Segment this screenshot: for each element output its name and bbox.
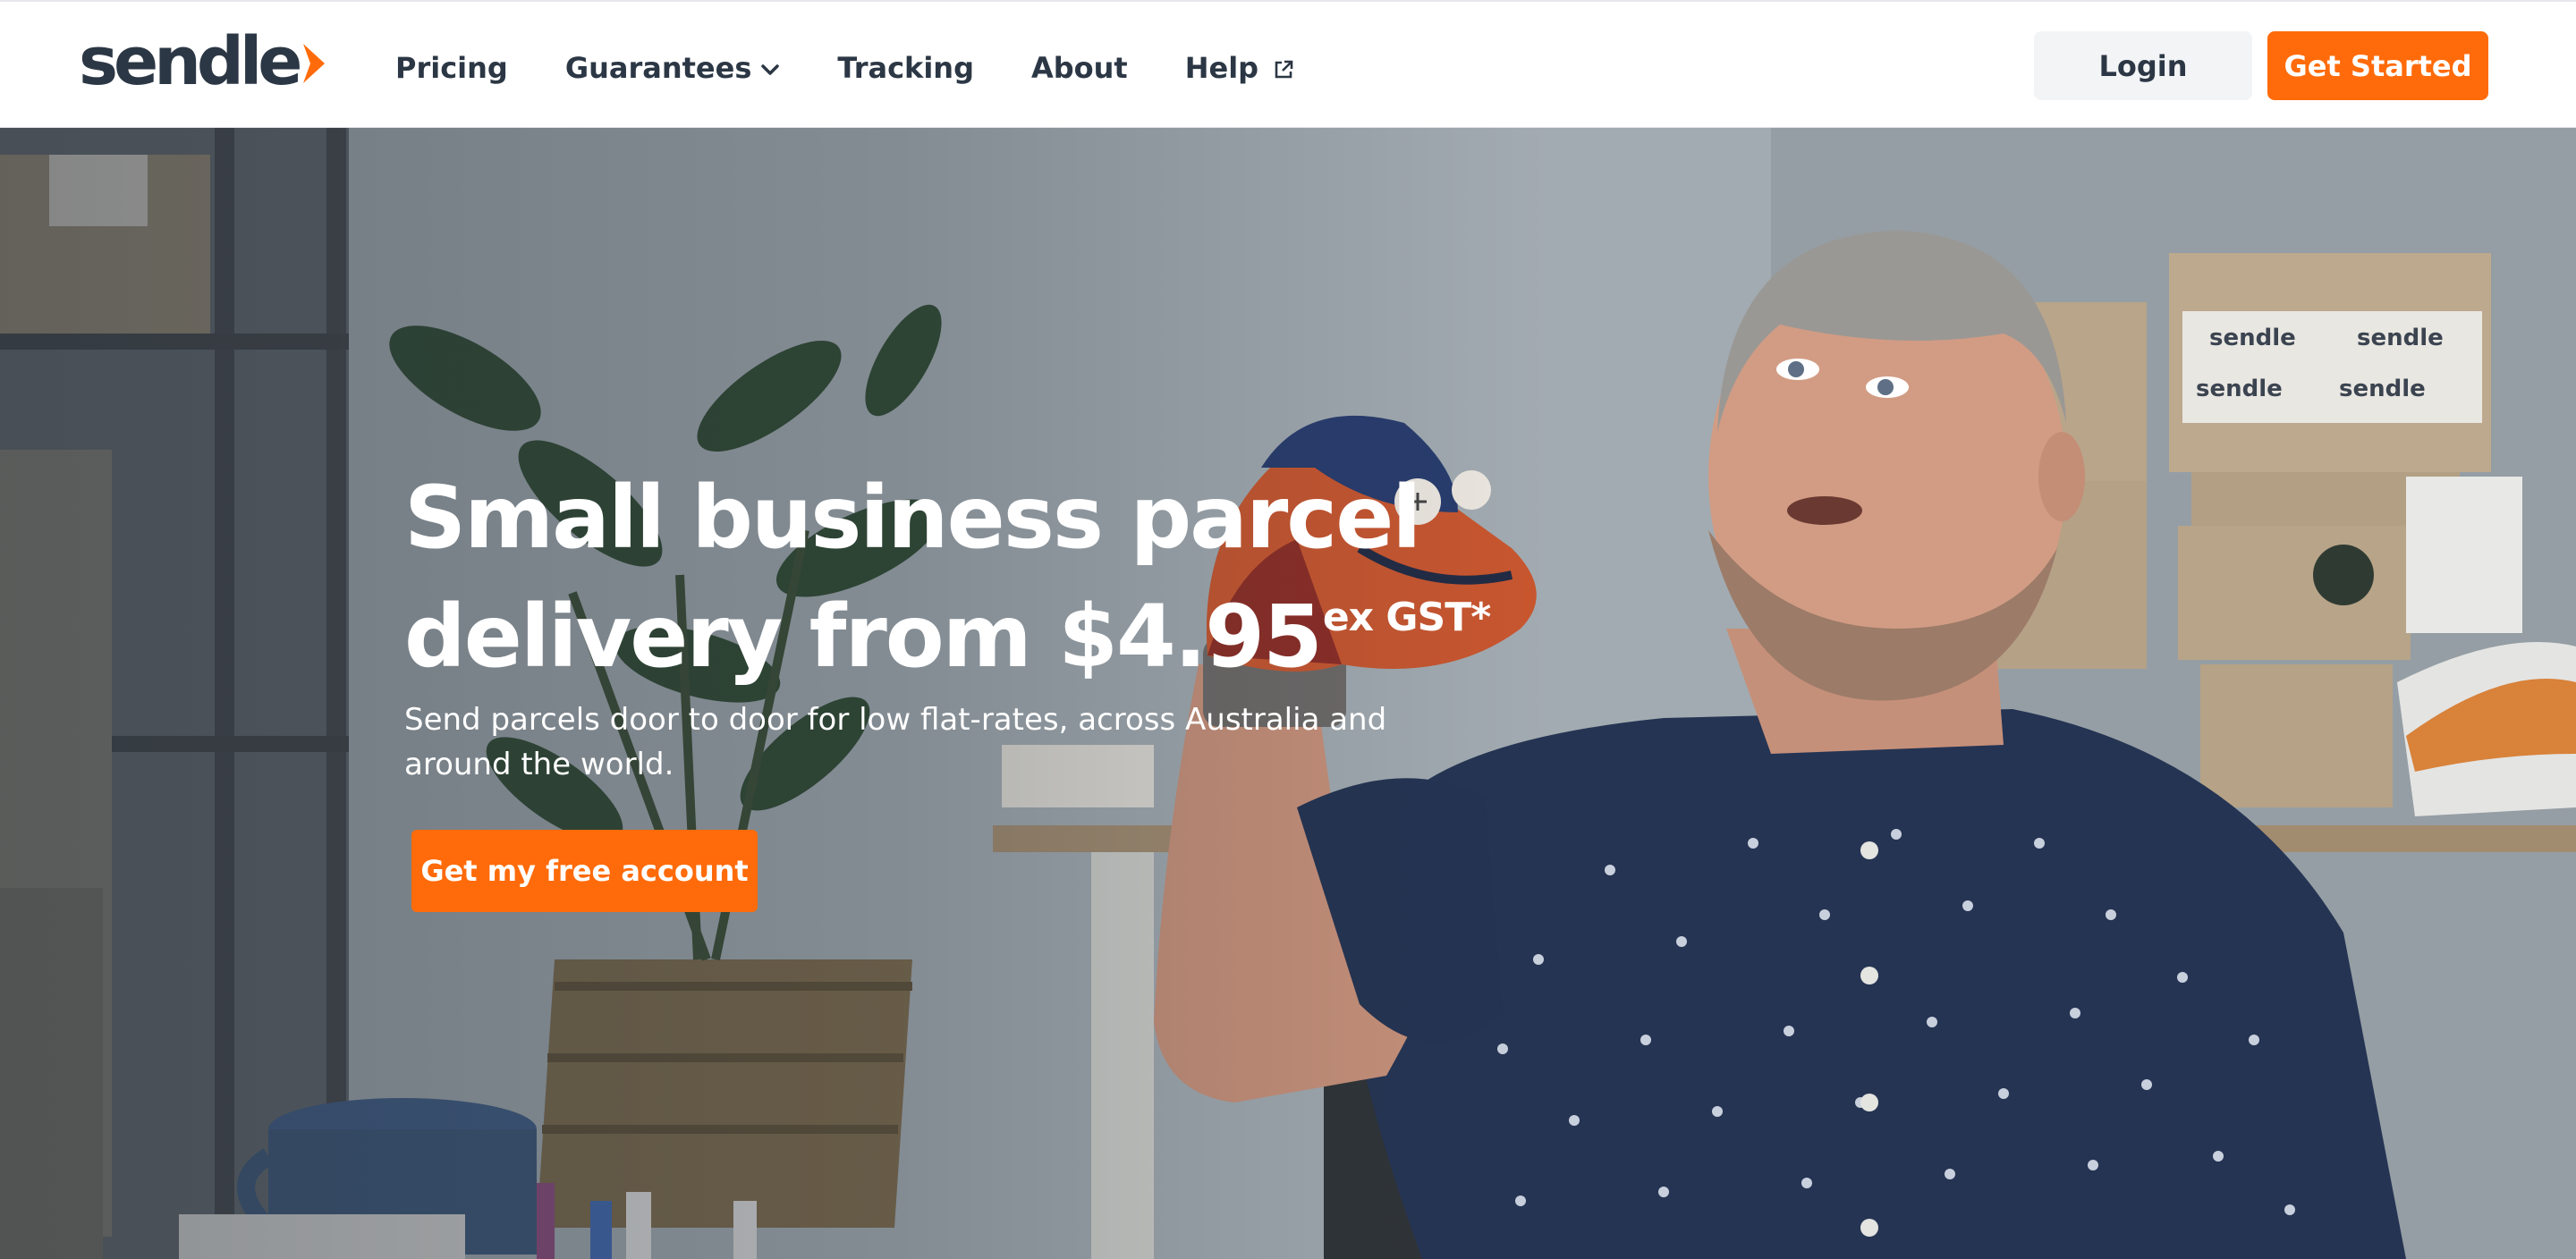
nav-pricing[interactable]: Pricing [395, 51, 508, 85]
hero-headline: Small business parcel delivery from $4.9… [404, 468, 1567, 687]
main-nav: Pricing Guarantees Tracking About Help [395, 41, 1352, 95]
headline-line-2: delivery from $4.95 [404, 587, 1323, 687]
hero-content: Small business parcel delivery from $4.9… [404, 468, 1567, 787]
nav-help-label: Help [1184, 51, 1259, 85]
logo-chevron-icon [303, 44, 326, 83]
nav-help[interactable]: Help [1185, 51, 1294, 85]
chevron-down-icon [761, 64, 780, 75]
sendle-logo[interactable]: sendle [79, 29, 326, 95]
hero-section: sendle sendle sendle sendle [0, 128, 2576, 1259]
hero-subheading: Send parcels door to door for low flat-r… [404, 702, 1387, 782]
site-header: sendle Pricing Guarantees Tracking About… [0, 0, 2576, 128]
nav-guarantees[interactable]: Guarantees [565, 51, 781, 85]
headline-line-1: Small business parcel [404, 468, 1421, 568]
nav-about[interactable]: About [1031, 51, 1128, 85]
nav-about-label: About [1030, 51, 1128, 85]
headline-gst-suffix: ex GST* [1322, 595, 1491, 640]
get-free-account-button[interactable]: Get my free account [411, 830, 758, 912]
get-started-button[interactable]: Get Started [2267, 31, 2488, 100]
nav-guarantees-label: Guarantees [564, 51, 752, 85]
nav-tracking[interactable]: Tracking [837, 51, 974, 85]
nav-pricing-label: Pricing [395, 51, 508, 85]
nav-tracking-label: Tracking [837, 51, 974, 85]
external-link-icon [1275, 60, 1293, 79]
logo-wordmark: sendle [79, 23, 302, 100]
login-button[interactable]: Login [2034, 31, 2252, 100]
